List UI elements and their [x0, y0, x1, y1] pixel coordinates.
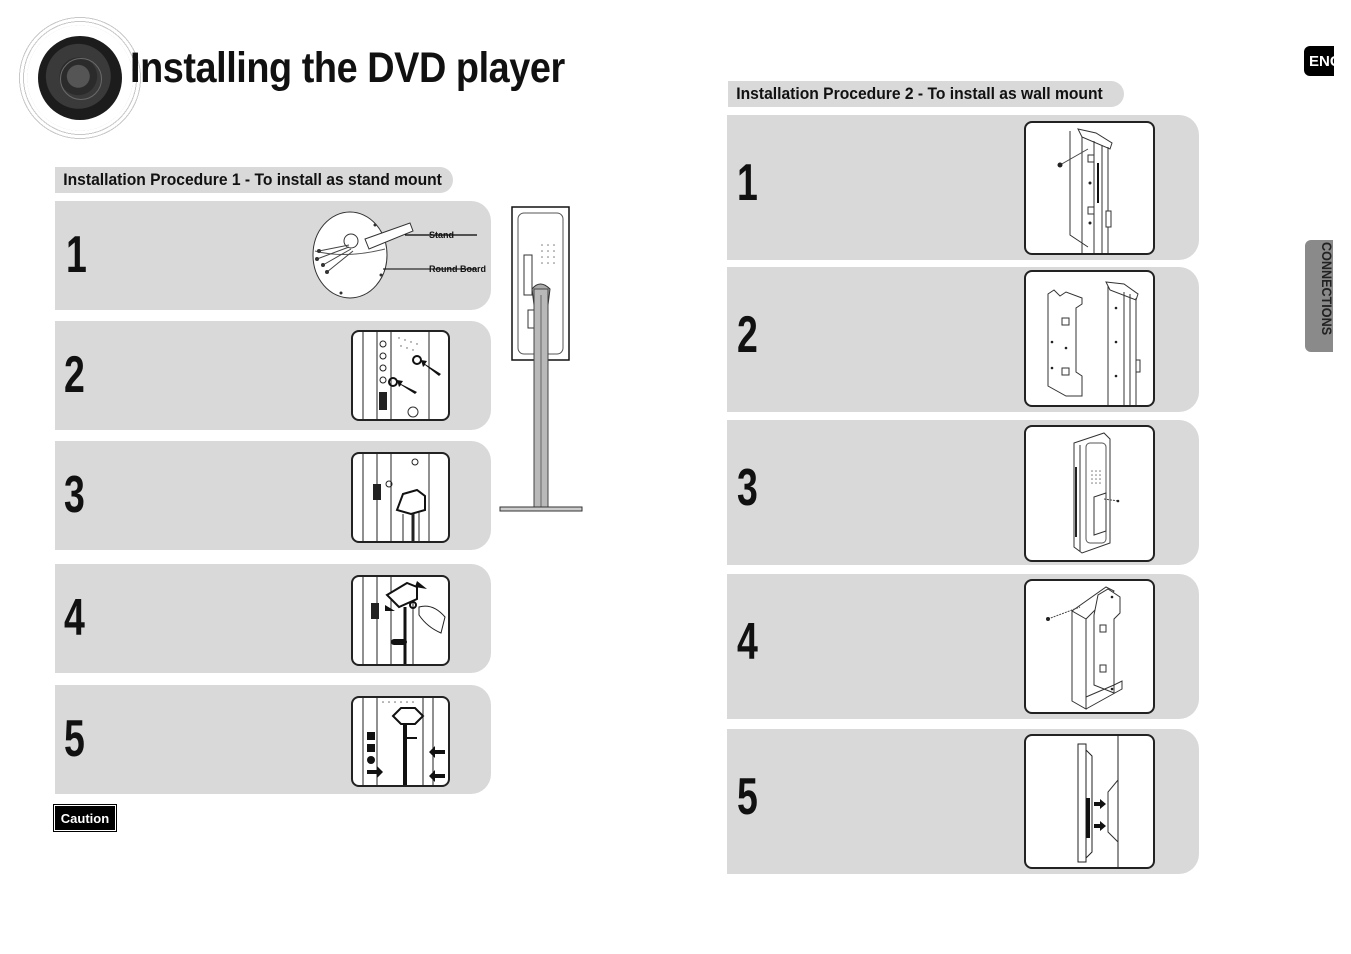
p1-step-3: 3: [55, 441, 491, 550]
stand-secured-illustration: [351, 696, 450, 787]
procedure-1-heading: Installation Procedure 1 - To install as…: [55, 167, 453, 193]
bracket-detached-illustration: [1024, 270, 1155, 407]
p1-step-1: 1 Stand Round Board: [55, 201, 491, 310]
step-number: 1: [66, 226, 87, 284]
procedure-1-heading-text: Installation Procedure 1 - To install as…: [63, 170, 442, 189]
step-number: 3: [64, 466, 85, 524]
p1-step-5: 5: [55, 685, 491, 794]
stand-round-board-illustration: [312, 211, 477, 299]
step-number: 4: [64, 589, 85, 647]
language-tab-label: ENG: [1309, 52, 1334, 70]
page-title: Installing the DVD player: [130, 44, 565, 92]
wall-bracket-screw-illustration: [1024, 579, 1155, 714]
p1-step-4: 4: [55, 564, 491, 673]
speaker-logo-icon: [18, 16, 142, 140]
procedure-2-heading-text: Installation Procedure 2 - To install as…: [736, 84, 1103, 103]
p2-step-1: 1: [727, 115, 1199, 260]
stand-insert-illustration: [351, 452, 450, 543]
section-tab: CONNECTIONS: [1305, 240, 1333, 352]
assembled-stand-illustration: [499, 206, 583, 512]
p2-step-5: 5: [727, 729, 1199, 874]
p1-step-2: 2: [55, 321, 491, 430]
screw-attach-illustration: [351, 330, 450, 421]
step-number: 2: [64, 346, 85, 404]
step-number: 2: [737, 306, 758, 364]
wall-bracket-remove-illustration: [1024, 121, 1155, 255]
p2-step-2: 2: [727, 267, 1199, 412]
step-number: 3: [737, 459, 758, 517]
p2-step-4: 4: [727, 574, 1199, 719]
p2-step-3: 3: [727, 420, 1199, 565]
procedure-2-heading: Installation Procedure 2 - To install as…: [728, 81, 1124, 107]
callout-round-board: Round Board: [429, 264, 486, 274]
step-number: 5: [737, 768, 758, 826]
step-number: 4: [737, 613, 758, 671]
screwdriver-fasten-illustration: [351, 575, 450, 666]
section-tab-label: CONNECTIONS: [1319, 242, 1333, 336]
step-number: 1: [737, 154, 758, 212]
callout-stand: Stand: [429, 230, 455, 240]
hang-on-wall-illustration: [1024, 734, 1155, 869]
caution-label: Caution: [53, 804, 117, 832]
language-tab: ENG: [1304, 46, 1334, 76]
bracket-mount-to-unit-illustration: [1024, 425, 1155, 562]
step-number: 5: [64, 710, 85, 768]
